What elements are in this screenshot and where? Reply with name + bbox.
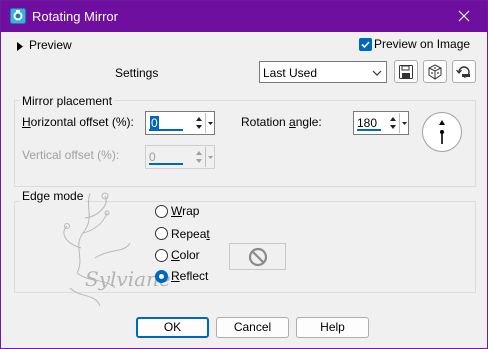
- wrap-label[interactable]: Wrap: [171, 204, 199, 218]
- color-radio[interactable]: [155, 249, 168, 262]
- vertical-offset-underline: [149, 163, 183, 165]
- dialog-window: Rotating Mirror Preview Preview on Image…: [0, 0, 488, 349]
- horizontal-offset-label: Horizontal offset (%):: [22, 115, 134, 129]
- rotation-angle-updown[interactable]: [388, 113, 398, 133]
- settings-label: Settings: [115, 66, 159, 80]
- vertical-offset-label: Vertical offset (%):: [22, 148, 120, 162]
- repeat-label[interactable]: Repeat: [171, 227, 210, 241]
- rotation-angle-spinbox[interactable]: 180: [353, 111, 409, 135]
- color-swatch[interactable]: [229, 243, 286, 270]
- reflect-label[interactable]: Reflect: [171, 269, 208, 283]
- mirror-placement-title: Mirror placement: [20, 94, 115, 108]
- dialog-client: Preview Preview on Image Settings Last U…: [1, 32, 487, 348]
- rotation-angle-label: Rotation angle:: [241, 115, 322, 129]
- vertical-offset-updown: [194, 147, 204, 167]
- settings-preset-value: Last Used: [263, 66, 318, 80]
- preview-on-image-label: Preview on Image: [374, 37, 471, 51]
- rotation-angle-dial[interactable]: [422, 112, 462, 152]
- ok-button[interactable]: OK: [136, 317, 209, 338]
- close-button[interactable]: [441, 1, 487, 32]
- close-icon: [458, 10, 470, 22]
- vertical-offset-spinbox: 0: [145, 145, 215, 169]
- title-bar[interactable]: Rotating Mirror: [1, 1, 487, 32]
- vertical-offset-dropdown-icon: [205, 147, 214, 167]
- save-preset-button[interactable]: [394, 60, 418, 83]
- wrap-radio[interactable]: [155, 205, 168, 218]
- horizontal-offset-spinbox[interactable]: 0: [145, 111, 215, 135]
- window-title: Rotating Mirror: [32, 9, 118, 24]
- watermark-decoration: [55, 188, 165, 321]
- help-button[interactable]: Help: [296, 317, 369, 338]
- repeat-radio[interactable]: [155, 227, 168, 240]
- chevron-down-icon: [372, 67, 382, 81]
- color-label[interactable]: Color: [171, 248, 200, 262]
- no-color-icon: [248, 247, 268, 267]
- settings-preset-dropdown[interactable]: Last Used: [259, 61, 387, 83]
- horizontal-offset-value: 0: [150, 116, 159, 130]
- checkmark-icon: [361, 41, 370, 49]
- horizontal-offset-updown[interactable]: [194, 113, 204, 133]
- app-icon: [10, 8, 26, 24]
- preview-on-image-checkbox[interactable]: [359, 38, 372, 51]
- reset-button[interactable]: [452, 60, 476, 83]
- preview-toggle-label[interactable]: Preview: [29, 38, 72, 52]
- randomize-icon: [428, 64, 442, 80]
- dial-needle-icon: [439, 120, 445, 144]
- reflect-radio[interactable]: [155, 270, 168, 283]
- vertical-offset-value: 0: [149, 150, 156, 164]
- rotation-angle-value: 180: [357, 116, 378, 130]
- cancel-button[interactable]: Cancel: [216, 317, 289, 338]
- rotation-angle-dropdown-icon[interactable]: [399, 113, 408, 133]
- rotation-angle-underline: [357, 129, 381, 131]
- reset-icon: [456, 66, 470, 78]
- horizontal-offset-dropdown-icon[interactable]: [205, 113, 214, 133]
- randomize-button[interactable]: [423, 60, 447, 83]
- save-preset-icon: [399, 65, 413, 79]
- horizontal-offset-underline: [149, 129, 183, 131]
- expand-arrow-icon[interactable]: [17, 40, 24, 54]
